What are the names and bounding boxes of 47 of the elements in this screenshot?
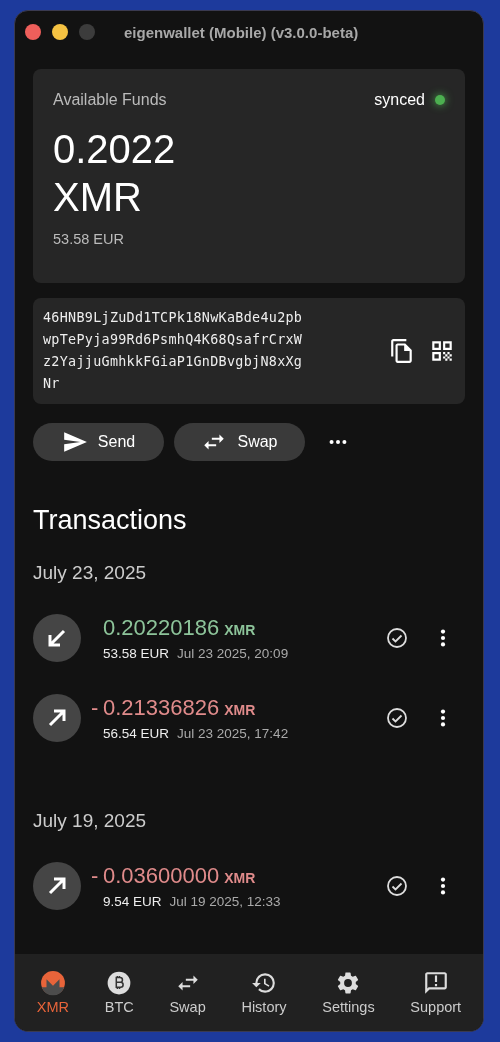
feedback-icon (422, 970, 449, 996)
monero-logo-icon (39, 970, 66, 996)
window-title: eigenwallet (Mobile) (v3.0.0-beta) (124, 23, 359, 41)
send-icon (61, 429, 88, 455)
fiat-value: 9.54 EUR (103, 894, 162, 909)
currency-unit: XMR (224, 622, 256, 638)
copy-icon[interactable] (389, 338, 415, 364)
nav-tab[interactable]: Support (408, 970, 464, 1015)
balance-fiat: 53.58 EUR (53, 231, 125, 247)
minus-sign: - (91, 863, 99, 889)
funds-label: Available Funds (53, 91, 167, 109)
nav-tab[interactable]: History (239, 970, 289, 1015)
sync-status: synced (374, 91, 425, 109)
transaction-time: Jul 23 2025, 20:09 (177, 646, 289, 661)
fiat-value: 56.54 EUR (103, 726, 170, 741)
currency-unit: XMR (224, 870, 256, 886)
check-circle-icon (385, 706, 409, 730)
nav-tab[interactable]: Settings (320, 970, 377, 1015)
nav-tab[interactable]: XMR (34, 970, 72, 1015)
more-vertical-icon[interactable] (439, 627, 447, 649)
transaction-amount: 0.20220186 (103, 615, 220, 641)
date-heading: July 23, 2025 (33, 562, 148, 584)
history-icon (251, 970, 277, 996)
more-vertical-icon[interactable] (439, 707, 447, 729)
send-button[interactable]: Send (33, 423, 164, 461)
minus-sign: - (91, 695, 99, 721)
nav-tab[interactable]: Swap (167, 970, 208, 1015)
currency-unit: XMR (224, 702, 256, 718)
transaction-amount: 0.03600000 (103, 863, 220, 889)
date-heading: July 19, 2025 (33, 810, 148, 832)
transactions-heading: Transactions (33, 505, 188, 536)
bitcoin-logo-icon (106, 970, 133, 996)
balance-unit: XMR (53, 174, 143, 221)
check-circle-icon (385, 626, 409, 650)
more-vertical-icon[interactable] (439, 875, 447, 897)
close-button[interactable] (25, 24, 41, 40)
wallet-address: 46HNB9LjZuDd1TCPk18NwKaBde4u2pb wpTePyja99Rd6PsmhQ4K68QsafrCrxW z2YajjuGmhkkFGiaP1GnDBvgbjN8xXg Nr (43, 309, 304, 393)
nav-tab[interactable]: BTC (102, 970, 136, 1015)
fiat-value: 53.58 EUR (103, 646, 170, 661)
check-circle-icon (385, 874, 409, 898)
swap-button[interactable]: Swap (174, 423, 305, 461)
balance-amount: 0.2022 (53, 126, 177, 173)
transaction-time: Jul 19 2025, 12:33 (169, 894, 281, 909)
transaction-amount: 0.21336826 (103, 695, 220, 721)
transaction-time: Jul 23 2025, 17:42 (177, 726, 289, 741)
qr-code-icon[interactable] (429, 338, 455, 364)
minimize-button[interactable] (52, 24, 68, 40)
